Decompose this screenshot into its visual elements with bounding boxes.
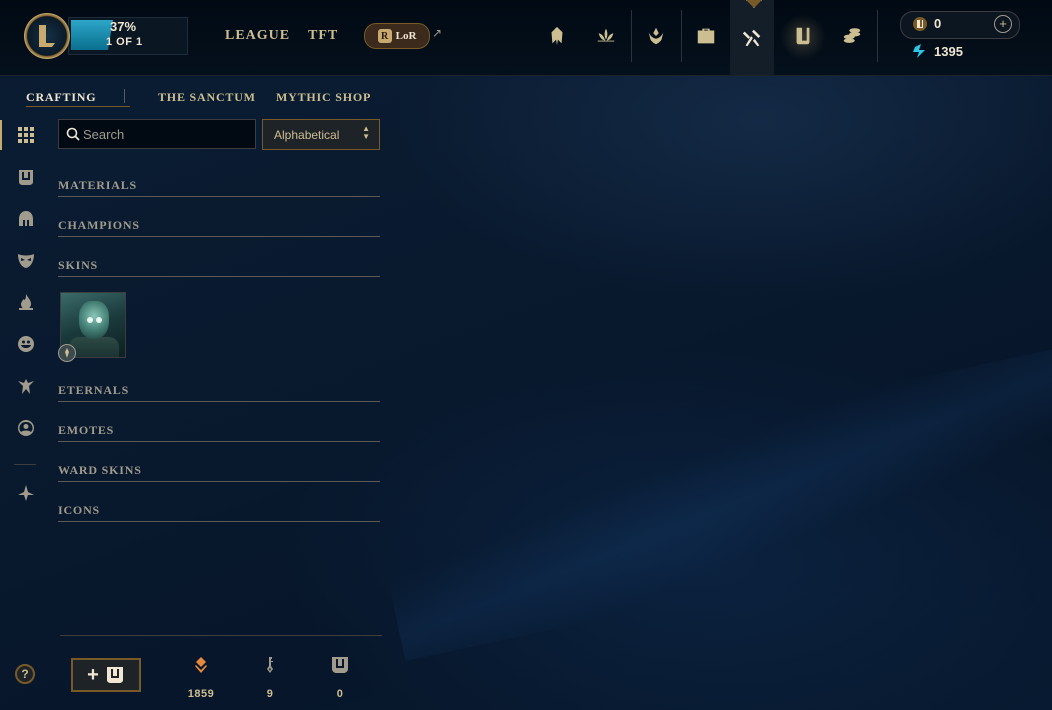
nav-crafting-button-active[interactable]	[730, 0, 774, 75]
store-coins-icon	[843, 28, 861, 43]
filter-emotes-button[interactable]	[14, 332, 38, 356]
filter-champions-button[interactable]	[14, 207, 38, 231]
skin-shard-badge	[58, 344, 76, 362]
nav-separator	[631, 10, 632, 62]
flame-icon	[19, 294, 33, 310]
search-box[interactable]	[58, 119, 256, 149]
grid-icon	[18, 127, 34, 143]
category-label: MATERIALS	[58, 178, 137, 192]
skin-art-eye	[87, 317, 93, 323]
ranked-emblem-icon	[648, 27, 664, 45]
category-emotes[interactable]: EMOTES	[58, 421, 380, 442]
lor-label: LoR	[395, 30, 417, 42]
keys-stat: 9	[250, 654, 290, 700]
skin-art-body	[69, 337, 119, 357]
emote-face-icon	[18, 336, 34, 352]
tab-the-sanctum[interactable]: THE SANCTUM	[158, 90, 256, 105]
blue-essence-icon	[913, 44, 925, 58]
filter-chests-button[interactable]	[14, 165, 38, 189]
rail-active-indicator	[0, 120, 2, 150]
crafting-hammer-icon	[742, 29, 761, 46]
riot-points-icon	[913, 17, 927, 31]
category-materials[interactable]: MATERIALS	[58, 176, 380, 197]
skin-mask-icon	[18, 254, 34, 268]
nav-link-league[interactable]: LEAGUE	[225, 28, 290, 44]
category-champions[interactable]: CHAMPIONS	[58, 216, 380, 237]
category-label: CHAMPIONS	[58, 218, 140, 232]
lor-r-icon: R	[377, 29, 392, 43]
category-label: ETERNALS	[58, 383, 130, 397]
plus-icon: +	[87, 664, 99, 686]
champion-helmet-icon	[551, 26, 563, 46]
footer-divider	[60, 635, 382, 636]
play-progress-count: 1 OF 1	[106, 36, 143, 48]
keys-value: 9	[266, 688, 274, 700]
tab-active-underline	[26, 106, 130, 107]
search-icon	[66, 127, 80, 141]
chests-value: 0	[336, 688, 344, 700]
rail-separator	[14, 464, 36, 465]
chest-icon	[332, 657, 348, 673]
lotus-icon	[597, 28, 615, 42]
loot-chest-icon	[796, 27, 810, 45]
profile-icon	[18, 420, 34, 436]
nav-lotus-button[interactable]	[584, 14, 628, 58]
ward-icon	[18, 379, 34, 394]
category-label: EMOTES	[58, 423, 115, 437]
filter-all-button[interactable]	[14, 123, 38, 147]
orange-essence-stat: 1859	[181, 654, 221, 700]
add-chest-button[interactable]: +	[71, 658, 141, 692]
sort-dropdown[interactable]: Alphabetical ▲ ▼	[262, 119, 380, 150]
nav-ranked-button[interactable]	[634, 14, 678, 58]
category-label: SKINS	[58, 258, 99, 272]
add-rp-button[interactable]: +	[994, 15, 1012, 33]
category-eternals[interactable]: ETERNALS	[58, 381, 380, 402]
external-link-icon: ↗	[432, 26, 443, 40]
filter-eternals-series-button[interactable]	[14, 481, 38, 505]
category-icons[interactable]: ICONS	[58, 501, 380, 522]
lor-button[interactable]: R LoR	[364, 23, 430, 49]
league-logo[interactable]	[24, 13, 70, 59]
chest-icon	[19, 170, 33, 185]
category-ward-skins[interactable]: WARD SKINS	[58, 461, 380, 482]
eternals-icon	[18, 485, 34, 501]
tab-separator	[124, 89, 125, 103]
nav-store-button[interactable]	[830, 14, 874, 58]
category-label: ICONS	[58, 503, 101, 517]
chests-stat: 0	[320, 654, 360, 700]
tab-crafting[interactable]: CRAFTING	[26, 90, 96, 105]
help-button[interactable]: ?	[15, 664, 35, 684]
nav-collection-button[interactable]	[684, 14, 728, 58]
rp-value: 0	[934, 16, 942, 31]
orange-essence-value: 1859	[187, 688, 215, 700]
chevron-up-down-icon: ▲ ▼	[362, 124, 370, 141]
skin-art-face	[79, 301, 109, 339]
skin-art-eye	[96, 317, 102, 323]
nav-champions-button[interactable]	[535, 14, 579, 58]
filter-skins-button[interactable]	[14, 248, 38, 272]
hextech-key-icon	[267, 657, 273, 673]
filter-eternals-button[interactable]	[14, 290, 38, 314]
sort-dropdown-value: Alphabetical	[274, 128, 340, 142]
tab-mythic-shop[interactable]: MYTHIC SHOP	[276, 90, 371, 105]
shard-icon	[65, 348, 69, 358]
nav-separator	[877, 10, 878, 62]
champion-icon	[19, 211, 33, 226]
category-skins[interactable]: SKINS	[58, 256, 380, 277]
league-l-icon	[39, 25, 55, 47]
orange-essence-icon	[195, 657, 207, 673]
filter-icons-button[interactable]	[14, 416, 38, 440]
nav-separator	[681, 10, 682, 62]
category-label: WARD SKINS	[58, 463, 142, 477]
blue-essence-value: 1395	[934, 44, 963, 59]
search-input[interactable]	[83, 120, 251, 148]
filter-ward-skins-button[interactable]	[14, 374, 38, 398]
nav-link-tft[interactable]: TFT	[308, 28, 338, 44]
nav-loot-button[interactable]	[781, 14, 825, 58]
chest-icon	[106, 667, 123, 683]
play-progress-percent: 37%	[110, 19, 137, 34]
collection-bag-icon	[697, 28, 715, 44]
